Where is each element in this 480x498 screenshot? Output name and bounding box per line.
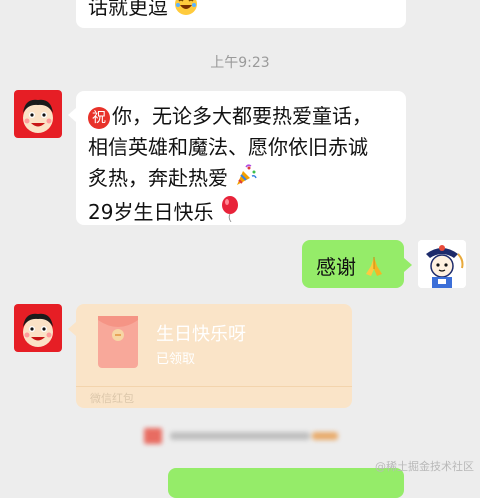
wish-line-1: 祝你，无论多大都要热爱童话， bbox=[88, 101, 400, 132]
bubble-tail bbox=[404, 258, 412, 272]
chat-screen: { "colors": { "background": "#ededed", "… bbox=[0, 0, 480, 498]
folded-hands-icon bbox=[362, 254, 386, 283]
red-packet-card[interactable]: 生日快乐呀 已领取 微信红包 bbox=[76, 304, 352, 408]
wish-text-3: 炙热，奔赴热爱 bbox=[88, 166, 228, 190]
bubble-tail bbox=[68, 108, 76, 122]
divider bbox=[76, 386, 352, 387]
message-bubble-partial-outgoing[interactable] bbox=[168, 468, 404, 498]
blurred-system-notice bbox=[144, 426, 344, 446]
self-avatar[interactable] bbox=[418, 240, 466, 288]
wish-line-4: 29岁生日快乐 bbox=[88, 196, 400, 231]
bubble-tail bbox=[68, 322, 76, 336]
wish-badge: 祝 bbox=[88, 106, 110, 129]
laughing-face-icon bbox=[174, 0, 198, 25]
contact-avatar[interactable] bbox=[14, 90, 62, 138]
message-timestamp: 上午9:23 bbox=[210, 55, 270, 71]
contact-avatar[interactable] bbox=[14, 304, 62, 352]
wish-line-3: 炙热，奔赴热爱 bbox=[88, 163, 400, 196]
red-packet-status: 已领取 bbox=[156, 352, 196, 367]
wish-text-1: 你，无论多大都要热爱童话， bbox=[112, 104, 372, 128]
balloon-icon bbox=[220, 196, 240, 231]
message-bubble-thanks[interactable]: 感谢 bbox=[302, 240, 404, 288]
watermark: @稀土掘金技术社区 bbox=[375, 460, 474, 473]
message-bubble-partial[interactable]: 话就更逗 bbox=[76, 0, 406, 28]
red-envelope-icon bbox=[98, 316, 138, 372]
red-packet-footer: 微信红包 bbox=[90, 392, 134, 405]
message-text: 话就更逗 bbox=[88, 0, 168, 19]
wish-text-4: 29岁生日快乐 bbox=[88, 200, 214, 224]
wish-line-2: 相信英雄和魔法、愿你依旧赤诚 bbox=[88, 135, 368, 159]
party-popper-icon bbox=[234, 163, 258, 196]
message-bubble-wish[interactable]: 祝你，无论多大都要热爱童话， 相信英雄和魔法、愿你依旧赤诚 炙热，奔赴热爱 29… bbox=[76, 91, 406, 225]
red-packet-title: 生日快乐呀 bbox=[156, 324, 246, 345]
message-text: 感谢 bbox=[316, 255, 356, 279]
